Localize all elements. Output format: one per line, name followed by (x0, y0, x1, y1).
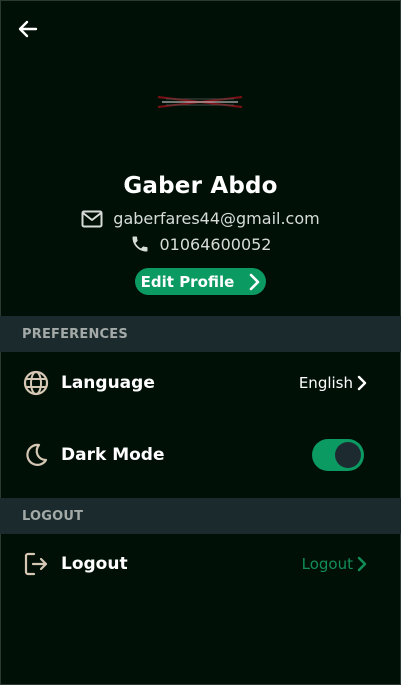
edit-profile-label: Edit Profile (140, 272, 235, 291)
logout-value: Logout (302, 555, 367, 573)
mail-icon (81, 210, 103, 227)
phone-row: 01064600052 (0, 234, 401, 254)
chevron-right-icon (357, 556, 367, 572)
language-value-text: English (298, 374, 353, 392)
language-row[interactable]: Language English (0, 358, 401, 408)
profile-email: gaberfares44@gmail.com (113, 209, 320, 228)
chevron-right-icon (357, 375, 367, 391)
logout-icon (24, 552, 48, 576)
dark-mode-label: Dark Mode (61, 445, 165, 465)
profile-name: Gaber Abdo (123, 173, 278, 199)
toggle-knob (335, 442, 361, 468)
phone-icon (132, 236, 147, 252)
section-logout: LOGOUT (0, 498, 401, 534)
language-value: English (299, 374, 367, 392)
edit-profile-button[interactable]: Edit Profile (135, 268, 266, 295)
profile-phone: 01064600052 (159, 234, 272, 254)
app-logo (157, 96, 243, 108)
moon-icon (26, 443, 48, 466)
chevron-right-icon (250, 273, 260, 290)
back-arrow-icon (18, 20, 38, 38)
logout-row[interactable]: Logout Logout (0, 539, 401, 589)
language-label: Language (61, 373, 155, 393)
email-row: gaberfares44@gmail.com (0, 209, 401, 228)
section-preferences: PREFERENCES (0, 316, 401, 352)
globe-icon (23, 370, 49, 396)
logout-label: Logout (61, 554, 128, 574)
dark-mode-toggle[interactable] (312, 439, 364, 471)
logout-value-text: Logout (301, 555, 353, 573)
back-button[interactable] (16, 17, 40, 41)
